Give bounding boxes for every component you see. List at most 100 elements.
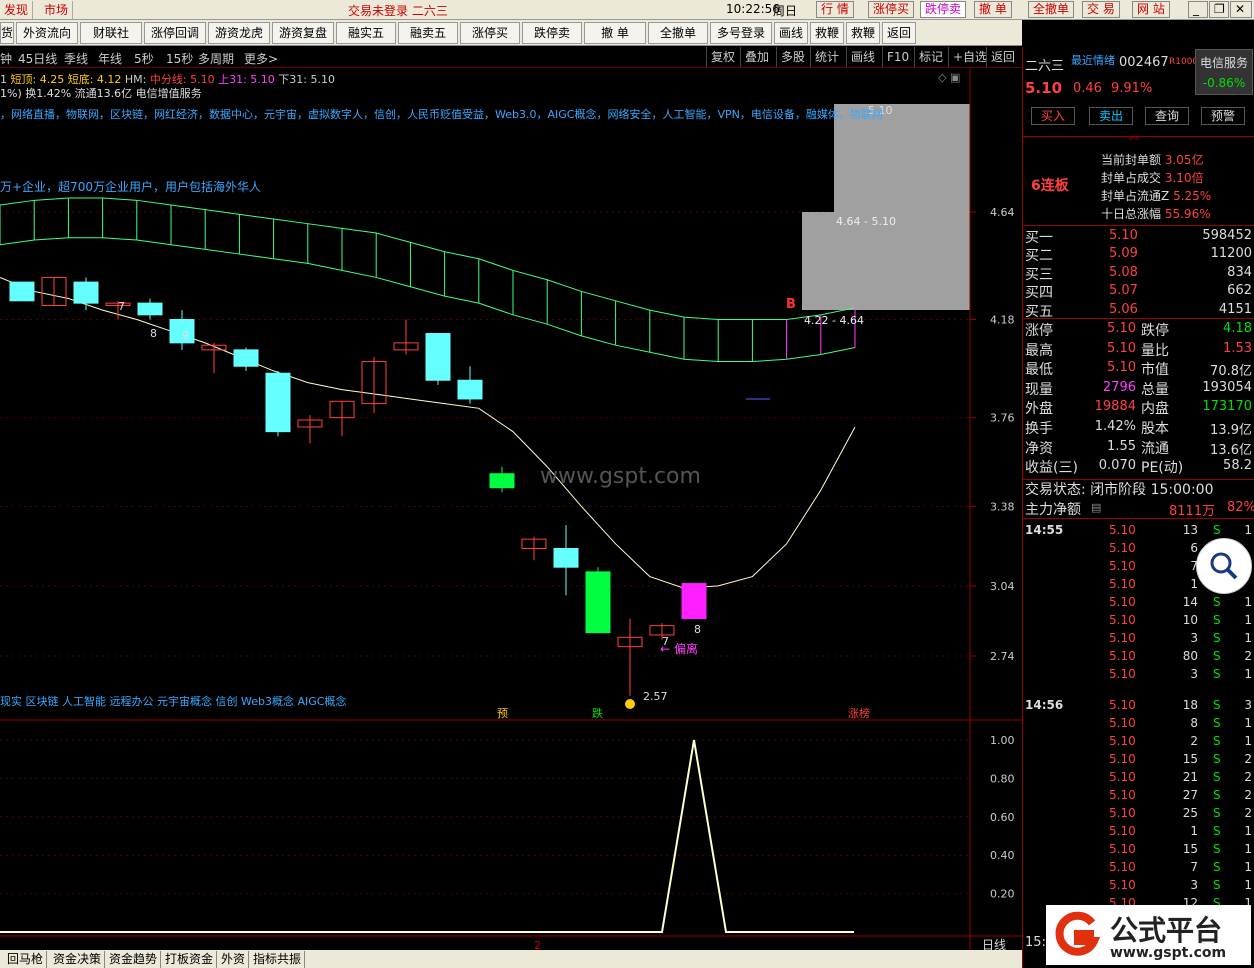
sell-button[interactable]: 卖出 [1089,107,1133,125]
bid-volume: 598452 [1202,228,1252,243]
bid-volume: 11200 [1210,246,1252,262]
toolbar-limit-up-buy-button[interactable]: 涨停买 [460,22,520,44]
period-draw-button[interactable]: 画线 [846,47,879,67]
restore-icon[interactable]: ❐ [1209,1,1229,18]
hot-money-review-button[interactable]: 游资复盘 [272,22,334,44]
stat-label: 总量 [1141,381,1169,398]
cancel-order-button[interactable]: 撤 单 [974,1,1012,18]
daily-label[interactable]: 日线 [982,938,1006,950]
quote-button[interactable]: 行 情 [816,1,854,18]
lianban-badge: 6连板 [1031,178,1069,194]
period-5sec[interactable]: 5秒 [134,50,154,67]
buy-button[interactable]: 买入 [1031,107,1075,125]
period-multi[interactable]: 多周期 [198,50,234,67]
toolbar-limit-down-sell-button[interactable]: 跌停卖 [522,22,582,44]
add-watchlist-button[interactable]: +自选 [948,47,991,67]
brand-name: 公式平台 [1110,914,1223,947]
toolbar-back-button[interactable]: 返回 [882,22,916,44]
sub-tick-label: 1.00 [990,734,1015,747]
stat-value: 4.18 [1223,321,1252,336]
indicator-value: 上31: 5.10 [218,73,279,86]
candle-body [585,571,611,634]
tab-fund-decision[interactable]: 资金决策 [50,951,106,968]
restore-right-button[interactable]: 复权 [706,47,739,67]
stat-value: 5.10 [1107,321,1136,336]
bid-price: 5.07 [1109,283,1138,299]
mark-button[interactable]: 标记 [914,47,947,67]
tab-huimaqiang[interactable]: 回马枪 [4,951,48,968]
tick-volume: 3 [1190,631,1198,645]
sector-box[interactable]: 电信服务 -0.86% [1195,49,1253,95]
margin-sell-five-button[interactable]: 融卖五 [398,22,458,44]
tab-fund-trend[interactable]: 资金趋势 [106,951,162,968]
tab-discover[interactable]: 发现 [0,1,34,19]
draw-line-button[interactable]: 画线 [774,22,808,44]
bar-label-1: 7 [118,300,125,313]
multi-login-button[interactable]: 多号登录 [710,22,772,44]
seal-row: 封单占成交 3.10倍 [1101,171,1204,185]
zone-low-label: 4.22 - 4.64 [804,314,864,327]
period-year[interactable]: 年线 [98,50,122,67]
toolbar-first[interactable]: 货 [0,22,14,44]
stat-label: 流通 [1141,440,1169,457]
cls-button[interactable]: 财联社 [80,22,142,44]
trade-button[interactable]: 交 易 [1082,1,1120,18]
company-desc: 万+企业，超700万企业用户，用户包括海外华人 [0,180,261,194]
whip-b-button[interactable]: 救鞭B [846,22,880,60]
bid-price: 5.08 [1109,264,1138,280]
tick-price: 5.10 [1109,698,1136,712]
tab-indicator-resonance[interactable]: 指标共振 [250,951,306,968]
limit-up-buy-button[interactable]: 涨停买 [868,1,915,18]
close-icon[interactable]: ✕ [1230,1,1252,18]
margin-buy-five-button[interactable]: 融实五 [336,22,396,44]
f10-button[interactable]: F10 [882,47,913,67]
period-minute[interactable]: 钟 [0,50,12,67]
whip-a-button[interactable]: 救鞭A [810,22,844,60]
query-button[interactable]: 查询 [1145,107,1189,125]
hot-money-dragon-button[interactable]: 游资龙虎 [208,22,270,44]
toolbar-cancel-all-button[interactable]: 全撤单 [648,22,708,44]
chart-corner-icons[interactable]: ◇ ▣ [938,71,960,84]
period-15sec[interactable]: 15秒 [166,50,193,67]
tick-volume: 10 [1182,613,1198,627]
tick-price: 5.10 [1109,667,1136,681]
stats-button[interactable]: 统计 [810,47,843,67]
kline-chart[interactable]: 5.10 4.64 - 5.10 B 4.22 - 4.64 2.57 偏离 ←… [0,68,1022,950]
tick-count: 1 [1244,860,1252,874]
collapse-icon[interactable]: ︽ [1129,127,1139,142]
limit-down-sell-button[interactable]: 跌停卖 [920,1,967,18]
tick-volume: 3 [1190,667,1198,681]
tick-volume: 18 [1182,698,1198,712]
overlay-button[interactable]: 叠加 [740,47,773,67]
divider-3 [1023,318,1254,319]
limit-pullback-button[interactable]: 涨停回调 [144,22,206,44]
candle-body [681,583,707,620]
period-45day[interactable]: 45日线 [18,50,57,67]
stock-name: 二六三 [1025,59,1065,74]
tick-price: 5.10 [1109,649,1136,663]
tab-foreign[interactable]: 外资 [218,951,250,968]
tick-price: 5.10 [1109,824,1136,838]
bottom-tab-bar: 回马枪 资金决策 资金趋势 打板资金 外资 指标共振 [0,950,1022,968]
tick-price: 5.10 [1109,806,1136,820]
list-icon[interactable]: ▤ [1091,501,1101,514]
tab-board-fund[interactable]: 打板资金 [162,951,218,968]
cancel-all-button[interactable]: 全撤单 [1028,1,1075,18]
search-zoom-button[interactable] [1196,538,1252,594]
tick-volume: 80 [1182,649,1198,663]
website-button[interactable]: 网 站 [1132,1,1170,18]
period-back-button[interactable]: 返回 [986,47,1019,67]
toolbar-cancel-button[interactable]: 撤 单 [584,22,646,44]
tab-market[interactable]: 市场 [40,1,74,19]
minimize-icon[interactable]: _ [1188,1,1208,18]
period-quarter[interactable]: 季线 [64,50,88,67]
divider-1 [1023,136,1254,137]
sub-tick-label: 0.40 [990,849,1015,862]
foreign-flow-button[interactable]: 外资流向 [16,22,78,44]
alert-button[interactable]: 预警 [1201,107,1245,125]
bottom-concepts: 现实 区块链 人工智能 远程办公 元宇宙概念 信创 Web3概念 AIGC概念 [0,695,347,708]
tick-price: 5.10 [1109,788,1136,802]
period-more[interactable]: 更多> [244,50,278,67]
sub-tick-label: 0.20 [990,888,1015,901]
multi-stock-button[interactable]: 多股 [776,47,809,67]
